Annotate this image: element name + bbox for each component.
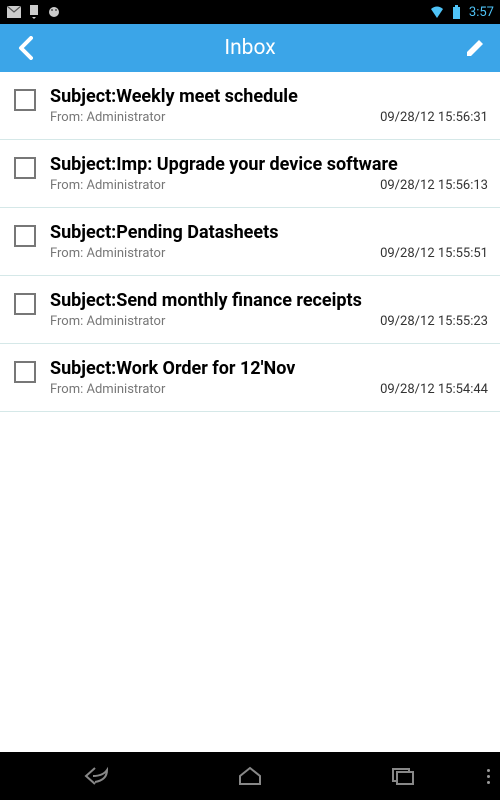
- timestamp: 09/28/12 15:54:44: [380, 382, 488, 397]
- subject-label: Subject:: [50, 358, 116, 379]
- message-content: Subject: Imp: Upgrade your device softwa…: [50, 154, 488, 193]
- checkbox[interactable]: [14, 89, 36, 111]
- battery-icon: [449, 4, 465, 20]
- page-title: Inbox: [40, 36, 460, 60]
- subject-text: Pending Datasheets: [116, 222, 278, 243]
- from-line: From: Administrator: [50, 382, 165, 397]
- subject-text: Send monthly finance receipts: [116, 290, 362, 311]
- message-content: Subject: Send monthly finance receipts F…: [50, 290, 488, 329]
- checkbox[interactable]: [14, 293, 36, 315]
- subject-label: Subject:: [50, 290, 116, 311]
- subject-text: Work Order for 12'Nov: [116, 358, 295, 379]
- subject-text: Imp: Upgrade your device software: [116, 154, 397, 175]
- checkbox[interactable]: [14, 361, 36, 383]
- subject-label: Subject:: [50, 154, 116, 175]
- android-status-bar: 3:57: [0, 0, 500, 24]
- from-line: From: Administrator: [50, 178, 165, 193]
- inbox-list: Subject: Weekly meet schedule From: Admi…: [0, 72, 500, 412]
- message-content: Subject: Pending Datasheets From: Admini…: [50, 222, 488, 261]
- list-item[interactable]: Subject: Imp: Upgrade your device softwa…: [0, 140, 500, 208]
- android-nav-bar: [0, 752, 500, 800]
- wifi-icon: [429, 4, 445, 20]
- checkbox[interactable]: [14, 157, 36, 179]
- list-item[interactable]: Subject: Pending Datasheets From: Admini…: [0, 208, 500, 276]
- timestamp: 09/28/12 15:56:31: [380, 110, 488, 125]
- subject-label: Subject:: [50, 222, 116, 243]
- nav-back-button[interactable]: [77, 756, 117, 796]
- checkbox[interactable]: [14, 225, 36, 247]
- nav-overflow-button[interactable]: [487, 769, 490, 784]
- list-item[interactable]: Subject: Work Order for 12'Nov From: Adm…: [0, 344, 500, 412]
- subject-label: Subject:: [50, 86, 116, 107]
- from-line: From: Administrator: [50, 314, 165, 329]
- nav-home-button[interactable]: [230, 756, 270, 796]
- gmail-notif-icon: [6, 4, 22, 20]
- from-line: From: Administrator: [50, 110, 165, 125]
- timestamp: 09/28/12 15:55:23: [380, 314, 488, 329]
- app-bar: Inbox: [0, 24, 500, 72]
- download-notif-icon: [26, 4, 42, 20]
- nav-recents-button[interactable]: [383, 756, 423, 796]
- timestamp: 09/28/12 15:55:51: [380, 246, 488, 261]
- message-content: Subject: Weekly meet schedule From: Admi…: [50, 86, 488, 125]
- compose-button[interactable]: [460, 33, 490, 63]
- from-line: From: Administrator: [50, 246, 165, 261]
- list-item[interactable]: Subject: Weekly meet schedule From: Admi…: [0, 72, 500, 140]
- message-content: Subject: Work Order for 12'Nov From: Adm…: [50, 358, 488, 397]
- status-time: 3:57: [469, 5, 494, 20]
- timestamp: 09/28/12 15:56:13: [380, 178, 488, 193]
- subject-text: Weekly meet schedule: [116, 86, 298, 107]
- back-button[interactable]: [10, 33, 40, 63]
- list-item[interactable]: Subject: Send monthly finance receipts F…: [0, 276, 500, 344]
- android-notif-icon: [46, 4, 62, 20]
